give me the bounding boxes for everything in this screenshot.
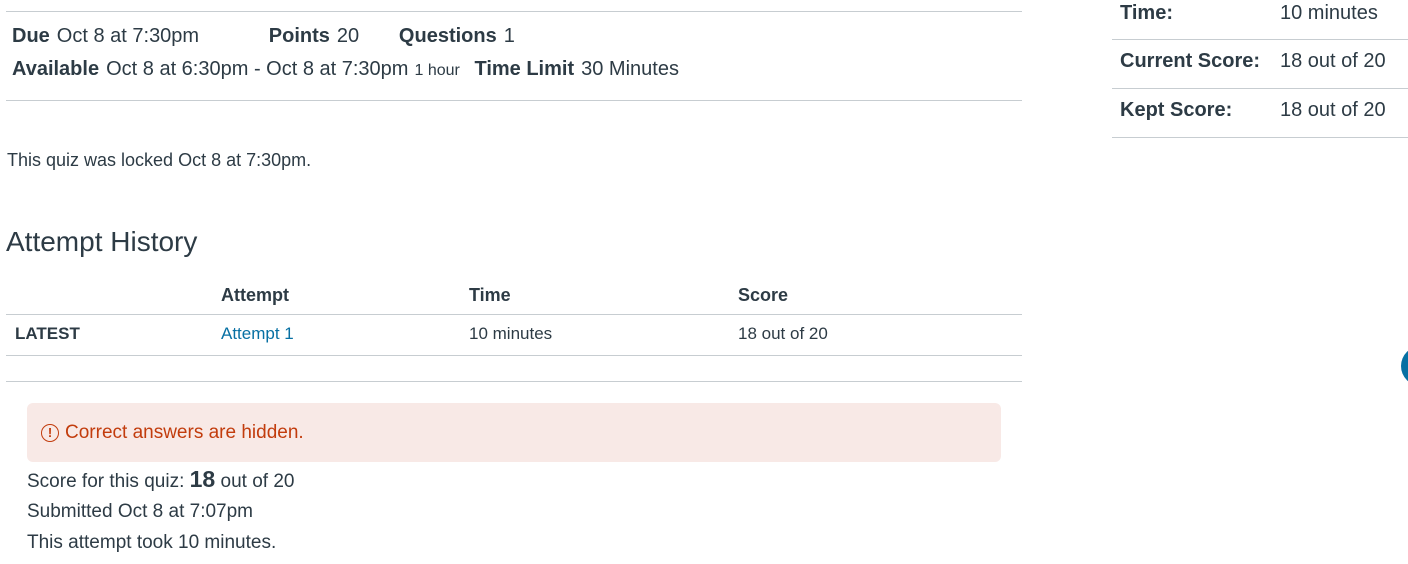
alert-circle-icon: ! xyxy=(41,423,59,442)
points-value: 20 xyxy=(336,25,360,47)
score-line: Score for this quiz: 18 out of 20 xyxy=(27,466,294,493)
sidebar-time-label: Time: xyxy=(1120,2,1173,24)
column-header-score: Score xyxy=(738,285,789,305)
sidebar-kept-score-value: 18 out of 20 xyxy=(1280,99,1386,121)
questions-value: 1 xyxy=(503,25,515,47)
alert-text: Correct answers are hidden. xyxy=(65,421,304,443)
quiz-meta-row-1: Due Oct 8 at 7:30pm Points 20 Questions … xyxy=(12,25,515,48)
sidebar-divider xyxy=(1112,137,1408,138)
column-header-attempt: Attempt xyxy=(221,285,289,305)
floating-action-button[interactable] xyxy=(1401,346,1408,386)
quiz-main-content: Due Oct 8 at 7:30pm Points 20 Questions … xyxy=(0,0,1022,564)
sidebar-row-current-score: Current Score: 18 out of 20 xyxy=(1112,40,1408,89)
top-divider xyxy=(6,11,1022,12)
sidebar-current-score-value: 18 out of 20 xyxy=(1280,50,1386,72)
score-value: 18 xyxy=(189,466,216,492)
attempt-history-title: Attempt History xyxy=(6,226,198,257)
locked-message: This quiz was locked Oct 8 at 7:30pm. xyxy=(7,150,312,170)
attempt-time: 10 minutes xyxy=(469,324,553,343)
available-duration: 1 hour xyxy=(414,62,460,79)
score-prefix: Score for this quiz: xyxy=(27,471,185,492)
quiz-meta-row-2: Available Oct 8 at 6:30pm - Oct 8 at 7:3… xyxy=(12,58,679,81)
score-suffix: out of 20 xyxy=(220,471,295,492)
sidebar-kept-score-label: Kept Score: xyxy=(1120,99,1233,121)
attempt-score: 18 out of 20 xyxy=(738,324,828,343)
latest-tag: LATEST xyxy=(15,324,80,343)
due-value: Oct 8 at 7:30pm xyxy=(56,25,200,47)
points-label: Points xyxy=(268,25,330,47)
table-header-divider xyxy=(6,314,1022,315)
table-row-divider xyxy=(6,355,1022,356)
available-label: Available xyxy=(12,58,100,80)
correct-answers-hidden-alert: ! Correct answers are hidden. xyxy=(27,403,1001,462)
time-limit-label: Time Limit xyxy=(474,58,575,80)
available-value: Oct 8 at 6:30pm - Oct 8 at 7:30pm xyxy=(106,58,409,80)
meta-divider xyxy=(6,100,1022,101)
column-header-time: Time xyxy=(469,285,511,305)
section-divider xyxy=(6,381,1022,382)
due-label: Due xyxy=(12,25,50,47)
sidebar-row-kept-score: Kept Score: 18 out of 20 xyxy=(1112,89,1408,138)
sidebar-time-value: 10 minutes xyxy=(1280,2,1378,24)
sidebar-current-score-label: Current Score: xyxy=(1120,50,1261,72)
questions-label: Questions xyxy=(398,25,497,47)
attempt-1-link[interactable]: Attempt 1 xyxy=(221,324,294,344)
time-limit-value: 30 Minutes xyxy=(581,58,679,80)
duration-line: This attempt took 10 minutes. xyxy=(27,532,277,553)
submitted-line: Submitted Oct 8 at 7:07pm xyxy=(27,501,254,522)
